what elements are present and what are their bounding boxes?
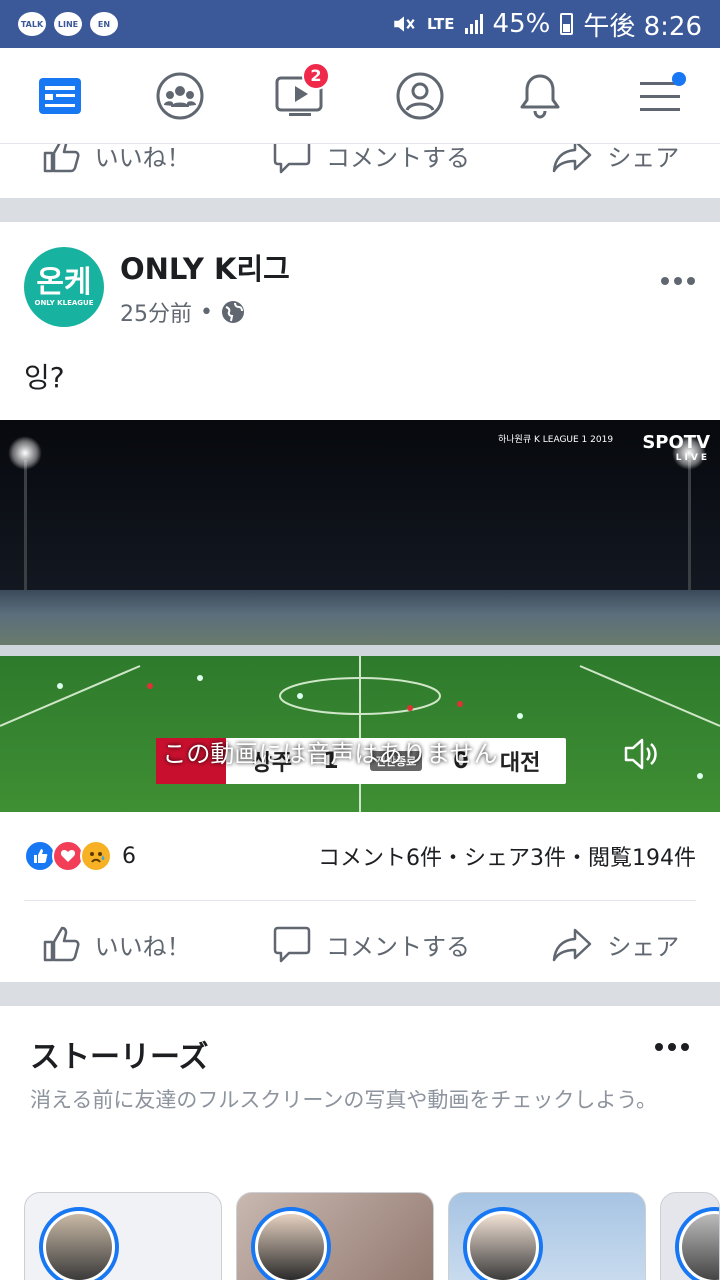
battery-icon <box>560 13 574 35</box>
post-card: 온케 ONLY KLEAGUE ONLY K리그 25分前 • 잉? SPOTV… <box>0 222 720 982</box>
nav-groups[interactable] <box>140 56 220 136</box>
nav-menu[interactable] <box>620 56 700 136</box>
broadcaster-name: SPOTV <box>642 432 710 453</box>
profile-icon <box>396 72 444 119</box>
watch-badge: 2 <box>302 61 330 90</box>
like-icon <box>43 926 80 962</box>
reaction-count[interactable]: 6 <box>122 844 136 869</box>
bell-icon <box>520 74 560 119</box>
post-text: 잉? <box>24 361 65 394</box>
story-card[interactable] <box>448 1192 646 1280</box>
talk-icon: TALK <box>18 12 46 36</box>
share-icon <box>553 144 592 173</box>
comment-icon <box>273 926 311 963</box>
like-button[interactable]: いいね！ <box>41 924 191 964</box>
news-feed-icon <box>39 77 81 114</box>
like-label: いいね！ <box>94 144 191 172</box>
time-separator: • <box>200 299 213 325</box>
no-audio-caption: この動画には音声はありません <box>162 740 498 768</box>
comment-label: コメントする <box>325 144 470 172</box>
status-bar: TALK LINE EN LTE 45% 午後 8:26 <box>0 0 720 48</box>
avatar-text: 온케 <box>36 265 92 300</box>
share-label: シェア <box>607 144 680 172</box>
stories-more-icon[interactable] <box>654 1042 690 1052</box>
share-label: シェア <box>607 932 680 961</box>
more-icon <box>661 277 695 285</box>
story-avatar <box>251 1207 331 1280</box>
sad-reaction-icon <box>80 840 112 872</box>
mute-icon <box>394 16 415 32</box>
comment-button[interactable]: コメントする <box>272 144 470 175</box>
story-avatar <box>675 1207 719 1280</box>
stories-subtitle: 消える前に友達のフルスクリーンの写真や動画をチェックしよう。 <box>30 1088 658 1112</box>
post-stats[interactable]: コメント6件・シェア3件・閲覧194件 <box>318 840 696 872</box>
reaction-icons[interactable] <box>24 840 112 872</box>
menu-notification-dot <box>672 71 686 86</box>
share-button[interactable]: シェア <box>551 144 679 175</box>
clock: 午後 8:26 <box>583 11 702 42</box>
globe-icon <box>221 301 244 323</box>
like-label: いいね！ <box>94 932 191 961</box>
video-sky <box>0 420 720 600</box>
post-time[interactable]: 25分前 <box>120 296 192 328</box>
share-icon <box>553 928 592 962</box>
battery-percent: 45% <box>492 9 551 39</box>
broadcaster-logo: SPOTV LIVE <box>642 432 710 463</box>
light-pole <box>688 460 691 600</box>
story-avatar <box>39 1207 119 1280</box>
story-card[interactable] <box>660 1192 720 1280</box>
avatar-subtext: ONLY KLEAGUE <box>34 299 94 307</box>
comment-label: コメントする <box>325 932 470 961</box>
like-icon <box>43 144 80 173</box>
nav-notifications[interactable] <box>500 56 580 136</box>
like-button[interactable]: いいね！ <box>41 144 191 175</box>
broadcaster-sub: LIVE <box>675 453 710 463</box>
story-avatar <box>463 1207 543 1280</box>
page-avatar[interactable]: 온케 ONLY KLEAGUE <box>24 247 104 327</box>
page-name[interactable]: ONLY K리그 <box>120 246 290 288</box>
nav-news-feed[interactable] <box>20 56 100 136</box>
stories-section: ストーリーズ 消える前に友達のフルスクリーンの写真や動画をチェックしよう。 <box>0 1006 720 1280</box>
comment-button[interactable]: コメントする <box>272 924 470 964</box>
nav-watch[interactable]: 2 <box>260 56 340 136</box>
share-button[interactable]: シェア <box>551 924 679 964</box>
stories-title: ストーリーズ <box>30 1040 209 1075</box>
line-icon: LINE <box>54 12 82 36</box>
network-type: LTE <box>426 15 455 33</box>
story-card[interactable] <box>24 1192 222 1280</box>
signal-icon <box>464 14 483 34</box>
en-icon: EN <box>90 12 118 36</box>
groups-icon <box>156 72 204 119</box>
stadium-stands <box>0 590 720 650</box>
comment-icon <box>273 144 311 174</box>
light-pole <box>24 460 27 600</box>
post-options-button[interactable] <box>660 260 696 293</box>
story-card[interactable] <box>236 1192 434 1280</box>
league-caption: 하나원큐 K LEAGUE 1 2019 <box>498 435 614 445</box>
top-navigation: 2 <box>0 48 720 144</box>
nav-profile[interactable] <box>380 56 460 136</box>
volume-icon[interactable] <box>622 734 662 774</box>
post-video[interactable]: SPOTV LIVE 하나원큐 K LEAGUE 1 2019 상주 1 전반종… <box>0 420 720 812</box>
floodlight <box>8 436 42 470</box>
previous-post-actions: いいね！ コメントする シェア <box>0 144 720 198</box>
